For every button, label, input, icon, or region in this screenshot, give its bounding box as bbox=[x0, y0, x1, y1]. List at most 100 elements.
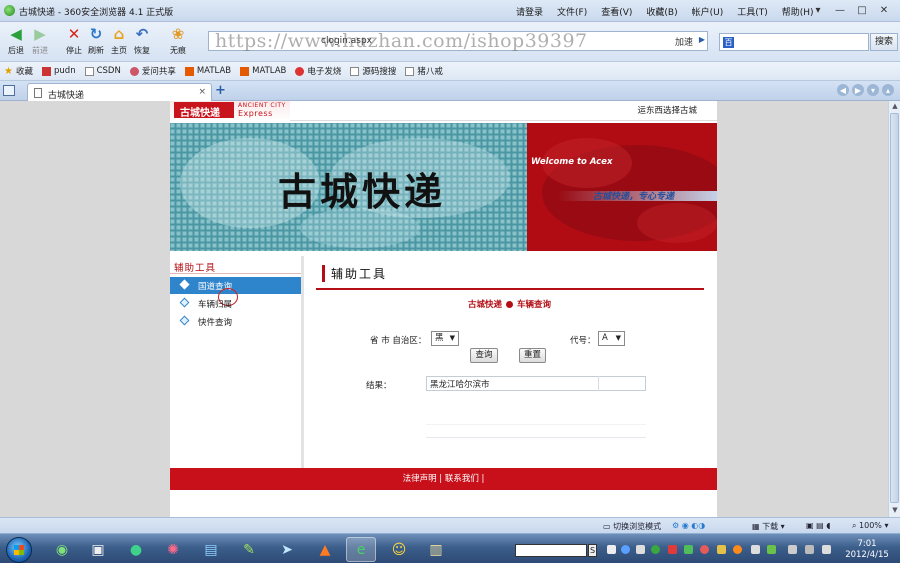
tray-app-icon[interactable] bbox=[636, 545, 645, 554]
tab-left-icon[interactable]: ◀ bbox=[837, 84, 849, 96]
banner-motto: 古城快递，专心专递 bbox=[593, 192, 675, 202]
sidebar-toggle-icon[interactable] bbox=[3, 85, 15, 96]
favorites-item-label: 猪八戒 bbox=[417, 67, 443, 77]
taskbar-app-folder-icon[interactable]: ▥ bbox=[421, 537, 451, 562]
tab-bar: 古城快递 × + ◀ ▶ ▾ ▴ bbox=[0, 81, 900, 101]
status-icons[interactable]: ⚙ ◉ ◐◑ bbox=[672, 521, 705, 530]
accelerate-button[interactable]: 加速 bbox=[675, 35, 693, 48]
menu-account[interactable]: 帐户(U) bbox=[692, 5, 724, 18]
bullet-dot-icon bbox=[506, 301, 514, 308]
scroll-down-icon[interactable]: ▼ bbox=[890, 506, 900, 516]
new-tab-button[interactable]: + bbox=[215, 83, 226, 98]
nav-item-route-query[interactable]: 国道查询 bbox=[170, 277, 301, 306]
status-tools-icons[interactable]: ▣ ▤ ◖ bbox=[806, 521, 830, 530]
tray-360-icon[interactable] bbox=[651, 545, 660, 554]
tray-update-icon[interactable] bbox=[700, 545, 709, 554]
favorites-item[interactable]: ★ 收藏 bbox=[4, 65, 33, 77]
taskbar-app-matlab-icon[interactable]: ▲ bbox=[310, 537, 340, 562]
menu-login[interactable]: 请登录 bbox=[516, 5, 543, 18]
taskbar-app-qq-icon[interactable]: ☺ bbox=[384, 537, 414, 562]
browse-mode-toggle[interactable]: ▭ 切换浏览模式 bbox=[603, 521, 661, 532]
close-tab-icon[interactable]: × bbox=[198, 87, 206, 97]
search-engine-icon[interactable]: 百 bbox=[723, 37, 734, 48]
undo-close-button[interactable]: ↶ 恢复 bbox=[130, 25, 154, 56]
nav-item-parcel-query[interactable]: 快件查询 bbox=[170, 313, 301, 330]
incognito-button[interactable]: ❀ 无痕 bbox=[166, 25, 190, 56]
banner-world-map: 古城快递 bbox=[170, 123, 527, 251]
taskbar-app-media-icon[interactable]: ▣ bbox=[83, 537, 113, 562]
address-bar[interactable]: https://www.huzhan.com/ishop39397 clogin… bbox=[208, 30, 708, 52]
reset-button[interactable]: 重置 bbox=[519, 348, 546, 363]
favorites-item[interactable]: 猪八戒 bbox=[405, 65, 443, 77]
favorites-item-label: 收藏 bbox=[16, 67, 34, 77]
favorites-item[interactable]: MATLAB bbox=[240, 66, 286, 76]
code-select[interactable]: A ▼ bbox=[598, 331, 625, 346]
site-logo[interactable]: 古城快递 ANCIENT CITY Express bbox=[170, 101, 290, 121]
stop-button[interactable]: ✕ 停止 bbox=[62, 25, 86, 56]
favorites-item[interactable]: MATLAB bbox=[184, 66, 231, 76]
tray-volume-icon[interactable] bbox=[822, 545, 831, 554]
tray-qq-icon[interactable] bbox=[733, 545, 742, 554]
incognito-paw-icon: ❀ bbox=[171, 25, 185, 43]
query-button[interactable]: 查询 bbox=[470, 348, 498, 363]
tray-power-icon[interactable] bbox=[805, 545, 814, 554]
scrollbar-thumb[interactable] bbox=[890, 113, 899, 503]
taskbar-app-flower-icon[interactable]: ✺ bbox=[158, 537, 188, 562]
taskbar-app-ball-icon[interactable]: ● bbox=[121, 537, 151, 562]
taskbar-app-360-icon[interactable]: ◉ bbox=[47, 537, 77, 562]
menu-favorites[interactable]: 收藏(B) bbox=[646, 5, 677, 18]
tray-antivirus-icon[interactable] bbox=[668, 545, 677, 554]
taskbar-app-paint-icon[interactable]: ✎ bbox=[234, 537, 264, 562]
favorites-item[interactable]: 源码搜搜 bbox=[350, 65, 396, 77]
menu-view[interactable]: 查看(V) bbox=[601, 5, 632, 18]
ime-indicator[interactable]: S bbox=[588, 544, 597, 557]
tab-active[interactable]: 古城快递 × bbox=[27, 83, 212, 101]
tray-guard-icon[interactable] bbox=[684, 545, 693, 554]
page-scrollbar[interactable]: ▲ ▼ bbox=[888, 101, 900, 517]
footer-links[interactable]: 法律声明 | 联系我们 | bbox=[403, 474, 485, 484]
favorites-item-label: 源码搜搜 bbox=[362, 67, 397, 77]
tray-keyboard-icon[interactable] bbox=[607, 545, 616, 554]
tab-list-icon[interactable]: ▾ bbox=[867, 84, 879, 96]
search-input[interactable]: 百 bbox=[719, 33, 869, 51]
tab-collapse-icon[interactable]: ▴ bbox=[882, 84, 894, 96]
back-button[interactable]: ◀ 后退 bbox=[4, 25, 28, 56]
search-button[interactable]: 搜索 bbox=[870, 33, 898, 51]
download-button[interactable]: ▦ 下载 ▾ bbox=[752, 521, 785, 532]
taskbar-app-bird-icon[interactable]: ➤ bbox=[272, 537, 302, 562]
tray-flag-icon[interactable] bbox=[751, 545, 760, 554]
forward-button[interactable]: ▶ 前进 bbox=[28, 25, 52, 56]
favorites-item[interactable]: CSDN bbox=[84, 66, 121, 76]
back-arrow-icon: ◀ bbox=[10, 25, 22, 43]
taskbar-clock[interactable]: 7:01 2012/4/15 bbox=[842, 539, 892, 561]
start-button[interactable] bbox=[6, 537, 32, 563]
favorites-item[interactable]: pudn bbox=[42, 66, 76, 76]
minimize-button[interactable]: — bbox=[830, 3, 850, 18]
tab-navigation: ◀ ▶ ▾ ▴ bbox=[837, 84, 894, 96]
menu-tools[interactable]: 工具(T) bbox=[737, 5, 768, 18]
home-button[interactable]: ⌂ 主页 bbox=[107, 25, 131, 56]
zoom-control[interactable]: ⌕ 100% ▾ bbox=[852, 521, 888, 531]
tray-net-icon[interactable] bbox=[767, 545, 776, 554]
favorites-item[interactable]: 爱问共享 bbox=[129, 65, 176, 77]
tray-input-box[interactable] bbox=[515, 544, 587, 557]
incognito-label: 无痕 bbox=[170, 46, 186, 55]
province-select[interactable]: 黑 ▼ bbox=[431, 331, 459, 346]
favorites-item-label: 爱问共享 bbox=[141, 67, 176, 77]
refresh-button[interactable]: ↻ 刷新 bbox=[84, 25, 108, 56]
taskbar-app-browser-icon[interactable]: e bbox=[346, 537, 376, 562]
nav-item-vehicle-region[interactable]: 车辆归属 bbox=[170, 295, 301, 312]
tray-help-icon[interactable] bbox=[621, 545, 630, 554]
scroll-up-icon[interactable]: ▲ bbox=[890, 102, 900, 112]
close-window-button[interactable]: ✕ bbox=[874, 3, 894, 18]
favorites-item[interactable]: 电子发烧 bbox=[295, 65, 341, 77]
menu-file[interactable]: 文件(F) bbox=[557, 5, 587, 18]
maximize-button[interactable]: □ bbox=[852, 3, 872, 18]
taskbar-app-window-icon[interactable]: ▤ bbox=[196, 537, 226, 562]
tray-shield-icon[interactable] bbox=[717, 545, 726, 554]
window-menu-button[interactable]: ▾ bbox=[808, 3, 828, 18]
tray-signal-icon[interactable] bbox=[788, 545, 797, 554]
tab-right-icon[interactable]: ▶ bbox=[852, 84, 864, 96]
logo-en-text: ANCIENT CITY Express bbox=[238, 102, 286, 118]
go-arrow-icon[interactable]: ▶ bbox=[699, 35, 705, 44]
